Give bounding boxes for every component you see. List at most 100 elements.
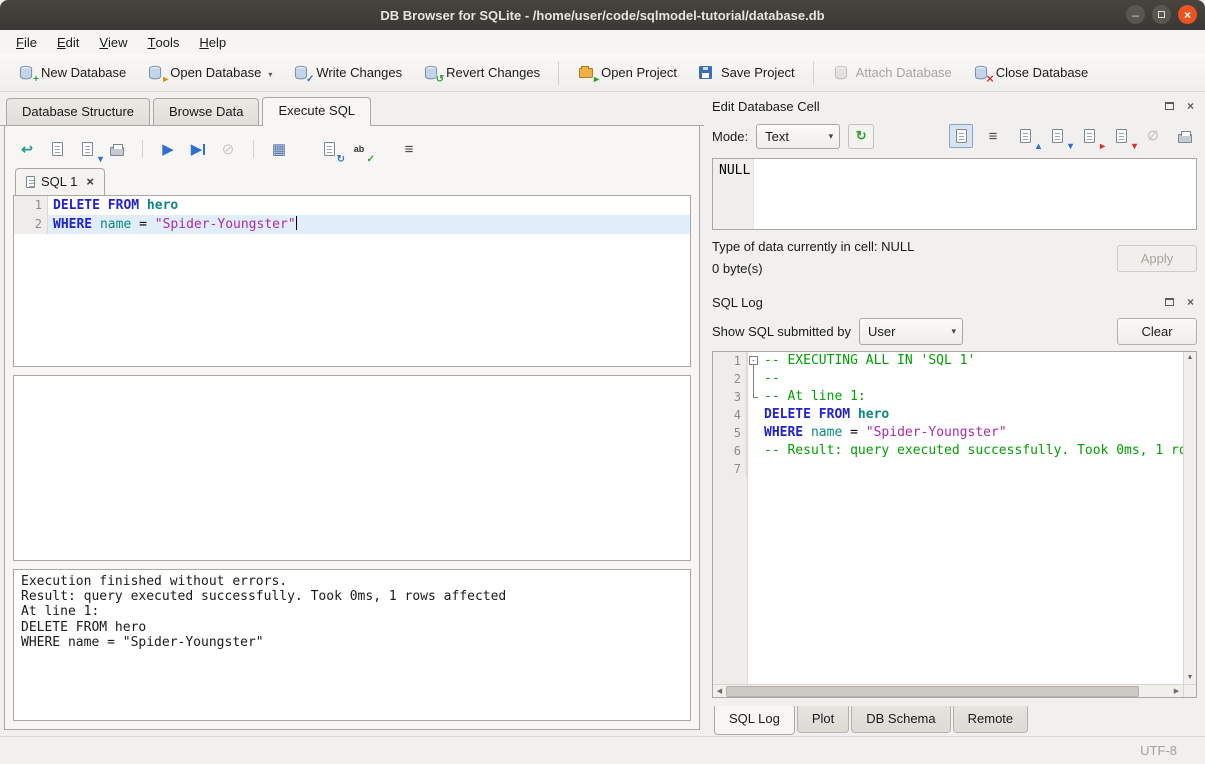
sql-tab-bar: SQL 1 × bbox=[15, 168, 691, 196]
menubar: File Edit View Tools Help bbox=[0, 30, 1205, 54]
execute-current-line-icon[interactable]: ▶ bbox=[186, 137, 210, 161]
code-line-5: 5WHERE name = "Spider-Youngster" bbox=[713, 424, 1183, 442]
revert-changes-icon: ↺ bbox=[422, 64, 440, 81]
main-content: Database Structure Browse Data Execute S… bbox=[0, 92, 1205, 736]
open-database-label: Open Database bbox=[170, 65, 261, 80]
mode-select[interactable]: Text ▾ bbox=[756, 124, 840, 149]
new-database-button[interactable]: + New Database bbox=[8, 59, 135, 86]
tab-sql-log[interactable]: SQL Log bbox=[714, 706, 795, 735]
code-line-1: 1--- EXECUTING ALL IN 'SQL 1' bbox=[713, 352, 1183, 370]
cell-editor[interactable]: NULL bbox=[712, 158, 1197, 230]
tab-browse-data[interactable]: Browse Data bbox=[153, 98, 259, 125]
mode-value: Text bbox=[765, 129, 789, 144]
titlebar[interactable]: DB Browser for SQLite - /home/user/code/… bbox=[0, 0, 1205, 30]
close-database-button[interactable]: × Close Database bbox=[963, 59, 1098, 86]
log-vertical-scrollbar[interactable]: ▲ ▼ bbox=[1183, 352, 1196, 684]
open-project-button[interactable]: ▸ Open Project bbox=[568, 59, 686, 86]
code-line-2: 2WHERE name = "Spider-Youngster" bbox=[14, 215, 690, 234]
print-sql-icon[interactable] bbox=[105, 137, 129, 161]
statusbar: UTF-8 bbox=[0, 736, 1205, 764]
sql-log-text[interactable]: 1--- EXECUTING ALL IN 'SQL 1'2--3-- At l… bbox=[713, 352, 1183, 684]
open-database-button[interactable]: ▸ Open Database ▾ bbox=[137, 59, 281, 86]
tab-execute-sql[interactable]: Execute SQL bbox=[262, 97, 371, 126]
main-toolbar: + New Database ▸ Open Database ▾ ✓ Write… bbox=[0, 54, 1205, 92]
toolbar-separator bbox=[813, 61, 814, 85]
word-wrap-icon[interactable]: ≡ bbox=[397, 137, 421, 161]
float-panel-icon[interactable] bbox=[1163, 296, 1176, 309]
cell-type-info: Type of data currently in cell: NULL bbox=[712, 236, 914, 258]
text-mode-icon[interactable] bbox=[949, 124, 973, 148]
close-panel-icon[interactable]: × bbox=[1184, 100, 1197, 113]
tab-plot[interactable]: Plot bbox=[797, 706, 849, 733]
code-line-6: 6-- Result: query executed successfully.… bbox=[713, 442, 1183, 460]
float-panel-icon[interactable] bbox=[1163, 100, 1176, 113]
tab-db-schema[interactable]: DB Schema bbox=[851, 706, 950, 733]
toolbar-separator bbox=[142, 140, 143, 158]
scroll-up-icon[interactable]: ▲ bbox=[1184, 352, 1196, 364]
import-cell-data-icon[interactable]: ▸ bbox=[1077, 124, 1101, 148]
menu-edit[interactable]: Edit bbox=[47, 30, 89, 54]
tab-remote[interactable]: Remote bbox=[953, 706, 1029, 733]
code-line-2: 2-- bbox=[713, 370, 1183, 388]
execute-sql-pane: ↩ ▾ ▶ ▶ ⊘ ▦ ↻ ab✓ ≡ bbox=[4, 126, 700, 730]
write-changes-button[interactable]: ✓ Write Changes bbox=[283, 59, 411, 86]
sql-log-view: 1--- EXECUTING ALL IN 'SQL 1'2--3-- At l… bbox=[712, 351, 1197, 698]
maximize-icon bbox=[1158, 11, 1165, 18]
scrollbar-thumb[interactable] bbox=[726, 686, 1139, 697]
close-tab-icon[interactable]: × bbox=[86, 174, 94, 189]
save-project-button[interactable]: Save Project bbox=[688, 59, 804, 86]
mode-label: Mode: bbox=[712, 129, 748, 144]
close-panel-icon[interactable]: × bbox=[1184, 296, 1197, 309]
log-horizontal-scrollbar[interactable]: ◀ ▶ bbox=[713, 684, 1196, 697]
cell-word-wrap-icon[interactable]: ≡ bbox=[981, 124, 1005, 148]
tab-sql-1[interactable]: SQL 1 × bbox=[15, 168, 105, 196]
set-null-icon: ∅ bbox=[1141, 124, 1165, 148]
app-window: DB Browser for SQLite - /home/user/code/… bbox=[0, 0, 1205, 764]
stop-execution-icon: ⊘ bbox=[216, 137, 240, 161]
scroll-right-icon[interactable]: ▶ bbox=[1170, 687, 1183, 695]
save-sql-file-as-icon[interactable]: ▾ bbox=[75, 137, 99, 161]
execution-message: Execution finished without errors. Resul… bbox=[13, 569, 691, 721]
execute-all-icon[interactable]: ▶ bbox=[156, 137, 180, 161]
auto-switch-mode-icon: ↻ bbox=[856, 128, 867, 144]
close-button[interactable]: × bbox=[1178, 5, 1197, 24]
menu-view[interactable]: View bbox=[89, 30, 137, 54]
attach-database-button: Attach Database bbox=[823, 59, 961, 86]
log-filter-value: User bbox=[868, 324, 895, 339]
export-results-icon[interactable]: ▦ bbox=[267, 137, 291, 161]
edit-cell-title: Edit Database Cell bbox=[712, 99, 1163, 114]
auto-complete-icon[interactable]: ab✓ bbox=[347, 137, 371, 161]
sql-editor[interactable]: 1DELETE FROM hero2WHERE name = "Spider-Y… bbox=[13, 195, 691, 367]
save-project-icon bbox=[697, 64, 715, 81]
cell-print-icon[interactable] bbox=[1173, 124, 1197, 148]
export-cell-data-icon[interactable]: ▾ bbox=[1109, 124, 1133, 148]
apply-button: Apply bbox=[1117, 245, 1197, 272]
save-results-icon[interactable]: ↻ bbox=[317, 137, 341, 161]
sql-log-title: SQL Log bbox=[712, 295, 1163, 310]
chevron-down-icon: ▾ bbox=[829, 131, 834, 142]
scroll-down-icon[interactable]: ▼ bbox=[1184, 672, 1196, 684]
save-sql-file-icon[interactable] bbox=[45, 137, 69, 161]
open-file-in-cell-icon[interactable]: ▴ bbox=[1013, 124, 1037, 148]
main-tab-bar: Database Structure Browse Data Execute S… bbox=[0, 92, 704, 126]
maximize-button[interactable] bbox=[1152, 5, 1171, 24]
menu-help[interactable]: Help bbox=[189, 30, 236, 54]
tab-database-structure[interactable]: Database Structure bbox=[6, 98, 150, 125]
window-title: DB Browser for SQLite - /home/user/code/… bbox=[0, 8, 1205, 23]
save-cell-to-file-icon[interactable]: ▾ bbox=[1045, 124, 1069, 148]
auto-switch-mode-button[interactable]: ↻ bbox=[848, 124, 874, 149]
clear-log-button[interactable]: Clear bbox=[1117, 318, 1197, 345]
open-database-dropdown-icon[interactable]: ▾ bbox=[268, 70, 272, 81]
minimize-button[interactable]: – bbox=[1126, 5, 1145, 24]
log-filter-row: Show SQL submitted by User▾ Clear bbox=[712, 318, 1197, 345]
menu-file[interactable]: File bbox=[6, 30, 47, 54]
menu-tools[interactable]: Tools bbox=[138, 30, 190, 54]
right-panel: Edit Database Cell × Mode: Text ▾ ↻ ≡ ▴ ▾… bbox=[704, 92, 1205, 736]
results-grid[interactable] bbox=[13, 375, 691, 561]
scroll-left-icon[interactable]: ◀ bbox=[713, 687, 726, 695]
open-sql-file-icon[interactable]: ↩ bbox=[15, 137, 39, 161]
revert-changes-button[interactable]: ↺ Revert Changes bbox=[413, 59, 549, 86]
code-line-1: 1DELETE FROM hero bbox=[14, 196, 690, 215]
log-filter-select[interactable]: User▾ bbox=[859, 318, 963, 345]
sql-log-header: SQL Log × bbox=[712, 290, 1197, 314]
